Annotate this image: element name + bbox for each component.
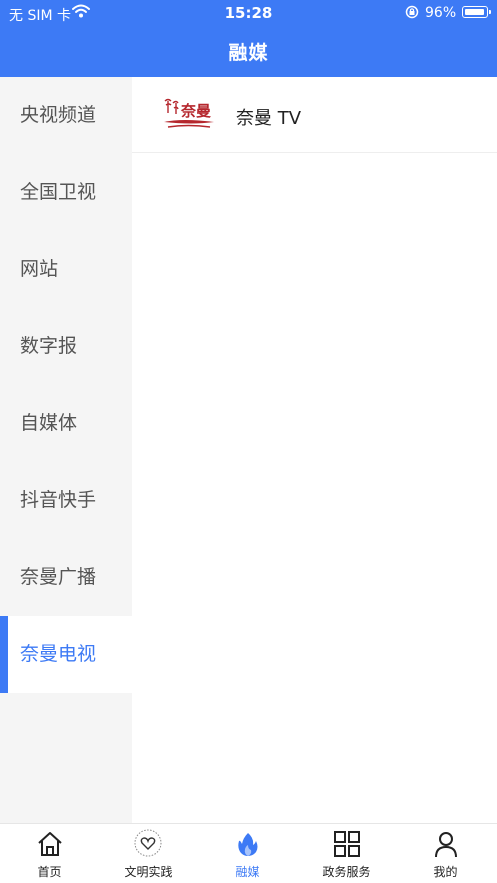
grid-icon: [334, 831, 360, 857]
user-icon: [435, 832, 457, 858]
page-title: 融媒: [228, 42, 269, 64]
sidebar-item-websites[interactable]: 网站: [0, 231, 132, 308]
sidebar-item-self-media[interactable]: 自媒体: [0, 385, 132, 462]
list-item[interactable]: 奈曼 奈曼 TV: [132, 77, 497, 153]
battery-percent: 96%: [425, 5, 457, 21]
sidebar-item-digital-newspaper[interactable]: 数字报: [0, 308, 132, 385]
sidebar-item-satellite-tv[interactable]: 全国卫视: [0, 154, 132, 231]
app-header: 无 SIM 卡 15:28 96% 融媒: [0, 0, 497, 77]
rotation-lock-icon: [405, 5, 419, 23]
category-sidebar: 央视频道 全国卫视 网站 数字报 自媒体 抖音快手 奈曼广播 奈曼电视: [0, 77, 132, 823]
tab-media-label: 融媒: [235, 865, 260, 879]
flame-icon: [238, 833, 258, 856]
bottom-tab-bar: 首页 文明实践 融媒 政务服务 我的: [0, 823, 497, 883]
tab-civilization-practice-label: 文明实践: [124, 865, 173, 879]
channel-list: 奈曼 奈曼 TV: [132, 77, 497, 823]
sidebar-item-douyin-kuaishou[interactable]: 抖音快手: [0, 462, 132, 539]
status-time: 15:28: [224, 4, 273, 22]
status-bar: 无 SIM 卡 15:28 96%: [0, 0, 497, 26]
naiman-tv-logo: 奈曼: [162, 95, 216, 133]
tab-home-label: 首页: [37, 865, 62, 879]
tab-profile[interactable]: 我的: [396, 824, 495, 883]
logo-text: 奈曼: [180, 102, 211, 120]
sidebar-item-naiman-radio[interactable]: 奈曼广播: [0, 539, 132, 616]
battery-icon: [462, 6, 491, 18]
tab-profile-label: 我的: [433, 865, 458, 879]
tab-civilization-practice[interactable]: 文明实践: [99, 824, 198, 883]
sidebar-item-cctv[interactable]: 央视频道: [0, 77, 132, 154]
home-icon: [38, 832, 62, 856]
sidebar-item-naiman-tv[interactable]: 奈曼电视: [0, 616, 132, 693]
channel-name: 奈曼 TV: [236, 108, 302, 129]
civilization-practice-icon: [134, 829, 162, 857]
tab-government-services[interactable]: 政务服务: [297, 824, 396, 883]
tab-government-services-label: 政务服务: [322, 865, 371, 879]
tab-media[interactable]: 融媒: [198, 824, 297, 883]
tab-home[interactable]: 首页: [0, 824, 99, 883]
